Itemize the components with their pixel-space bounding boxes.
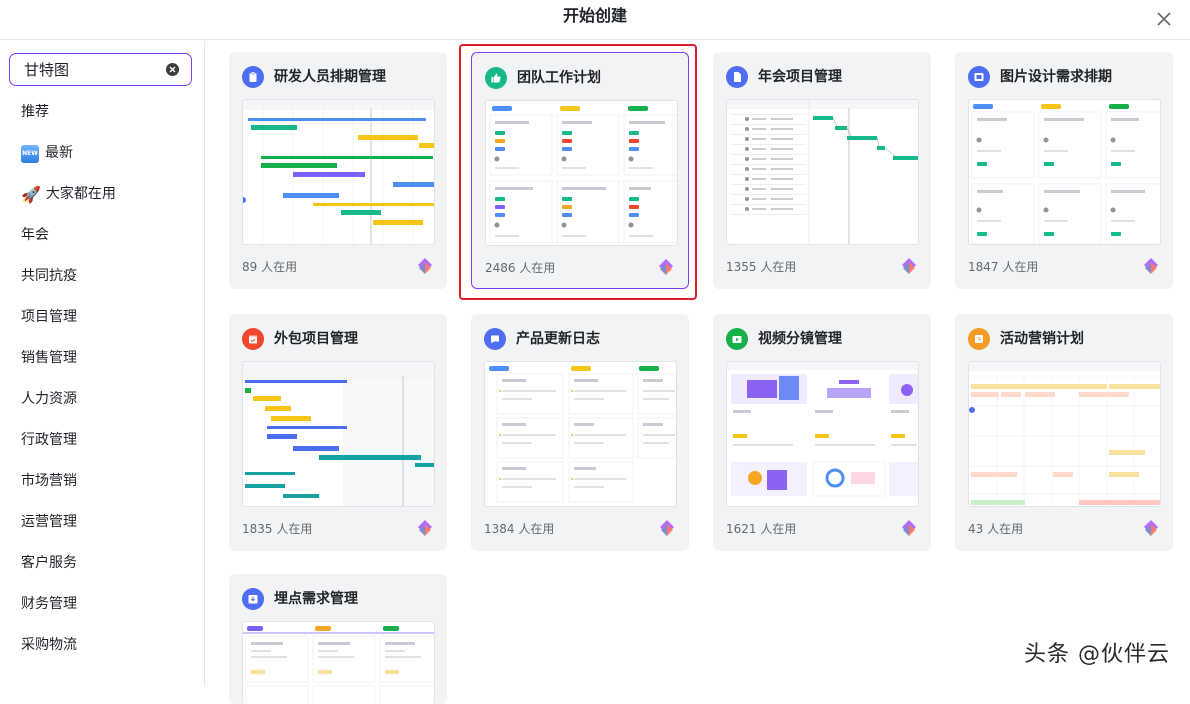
template-card[interactable]: 产品更新日志 1384 人在用	[471, 314, 689, 551]
chat-icon	[484, 328, 506, 350]
sidebar-item-label: 运营管理	[21, 502, 77, 543]
huoban-logo-icon	[658, 519, 676, 537]
sidebar-item-recommend[interactable]: 推荐	[0, 92, 204, 133]
usage-count: 1835 人在用	[242, 520, 312, 537]
usage-count: 1621 人在用	[726, 520, 796, 537]
sidebar-item-label: 客户服务	[21, 543, 77, 584]
huoban-logo-icon	[416, 257, 434, 275]
new-badge-icon: NEW	[21, 145, 39, 163]
search-box[interactable]	[9, 53, 192, 86]
sidebar-item-label: 人力资源	[21, 379, 77, 420]
template-preview	[485, 100, 678, 246]
thumbs-up-icon	[485, 67, 507, 89]
clear-search-button[interactable]	[166, 63, 179, 76]
card-title: 埋点需求管理	[274, 588, 358, 610]
sidebar-item-label: 市场营销	[21, 461, 77, 502]
huoban-logo-icon	[1142, 519, 1160, 537]
template-preview	[242, 361, 435, 507]
sidebar-item-label: 销售管理	[21, 338, 77, 379]
sidebar-item-project[interactable]: 项目管理	[0, 297, 204, 338]
template-preview	[726, 99, 919, 245]
image-icon	[968, 66, 990, 88]
sidebar-item-latest[interactable]: NEW 最新	[0, 133, 204, 174]
video-icon	[726, 328, 748, 350]
sidebar-item-label: 年会	[21, 215, 49, 256]
template-preview	[242, 99, 435, 245]
sidebar-item-label: 共同抗疫	[21, 256, 77, 297]
sidebar-item-finance[interactable]: 财务管理	[0, 584, 204, 625]
usage-count: 89 人在用	[242, 258, 297, 275]
template-card[interactable]: 活动营销计划 43 人在用	[955, 314, 1173, 551]
card-title: 年会项目管理	[758, 66, 842, 88]
usage-count: 43 人在用	[968, 520, 1023, 537]
template-preview	[242, 621, 435, 704]
huoban-logo-icon	[1142, 257, 1160, 275]
template-preview	[484, 361, 677, 507]
template-card[interactable]: 年会项目管理 1355 人在用	[713, 52, 931, 289]
category-nav: 推荐 NEW 最新 🚀大家都在用 年会 共同抗疫 项目管理 销售管理 人力资源 行…	[0, 92, 204, 666]
clock-icon	[968, 328, 990, 350]
sidebar-item-marketing[interactable]: 市场营销	[0, 461, 204, 502]
card-title: 研发人员排期管理	[274, 66, 386, 88]
document-icon	[726, 66, 748, 88]
template-card-selected[interactable]: 团队工作计划	[471, 52, 689, 289]
sidebar-item-annual[interactable]: 年会	[0, 215, 204, 256]
sidebar-item-label: 大家都在用	[46, 174, 116, 215]
sidebar-item-hr[interactable]: 人力资源	[0, 379, 204, 420]
card-title: 图片设计需求排期	[1000, 66, 1112, 88]
sidebar-item-sales[interactable]: 销售管理	[0, 338, 204, 379]
template-preview	[968, 99, 1161, 245]
clear-icon	[169, 66, 176, 73]
sidebar: 推荐 NEW 最新 🚀大家都在用 年会 共同抗疫 项目管理 销售管理 人力资源 行…	[0, 41, 205, 686]
sidebar-item-label: 行政管理	[21, 420, 77, 461]
close-button[interactable]	[1152, 7, 1176, 31]
dialog-header: 开始创建	[0, 0, 1190, 40]
usage-count: 2486 人在用	[485, 259, 555, 276]
template-card[interactable]: 图片设计需求排期 1847 人在用	[955, 52, 1173, 289]
dialog-title: 开始创建	[0, 5, 1190, 27]
sidebar-item-epidemic[interactable]: 共同抗疫	[0, 256, 204, 297]
sidebar-item-label: 推荐	[21, 92, 49, 133]
sidebar-item-popular[interactable]: 🚀大家都在用	[0, 174, 204, 215]
sidebar-item-service[interactable]: 客户服务	[0, 543, 204, 584]
download-box-icon	[242, 588, 264, 610]
sidebar-item-admin[interactable]: 行政管理	[0, 420, 204, 461]
huoban-logo-icon	[900, 519, 918, 537]
clipboard-icon	[242, 66, 264, 88]
huoban-logo-icon	[416, 519, 434, 537]
watermark: 头条 @伙伴云	[1024, 636, 1170, 668]
huoban-logo-icon	[657, 258, 675, 276]
sidebar-item-label: 最新	[45, 133, 73, 174]
template-card[interactable]: 视频分镜管理 162	[713, 314, 931, 551]
template-preview	[726, 361, 919, 507]
card-title: 团队工作计划	[517, 67, 601, 89]
usage-count: 1847 人在用	[968, 258, 1038, 275]
sidebar-item-label: 财务管理	[21, 584, 77, 625]
sidebar-item-procurement[interactable]: 采购物流	[0, 625, 204, 666]
template-card[interactable]: 埋点需求管理	[229, 574, 447, 704]
search-input[interactable]	[24, 61, 144, 79]
sidebar-item-label: 采购物流	[21, 625, 77, 666]
close-icon	[1157, 12, 1171, 26]
template-card[interactable]: 研发人员排期管理	[229, 52, 447, 289]
card-title: 活动营销计划	[1000, 328, 1084, 350]
sidebar-item-label: 项目管理	[21, 297, 77, 338]
rocket-icon: 🚀	[21, 174, 41, 215]
usage-count: 1355 人在用	[726, 258, 796, 275]
usage-count: 1384 人在用	[484, 520, 554, 537]
card-title: 产品更新日志	[516, 328, 600, 350]
template-card[interactable]: 外包项目管理 1835 人在用	[229, 314, 447, 551]
template-grid: 研发人员排期管理	[206, 41, 1190, 686]
card-title: 外包项目管理	[274, 328, 358, 350]
huoban-logo-icon	[900, 257, 918, 275]
template-preview	[968, 361, 1161, 507]
card-title: 视频分镜管理	[758, 328, 842, 350]
sidebar-item-operations[interactable]: 运营管理	[0, 502, 204, 543]
calendar-icon	[242, 328, 264, 350]
